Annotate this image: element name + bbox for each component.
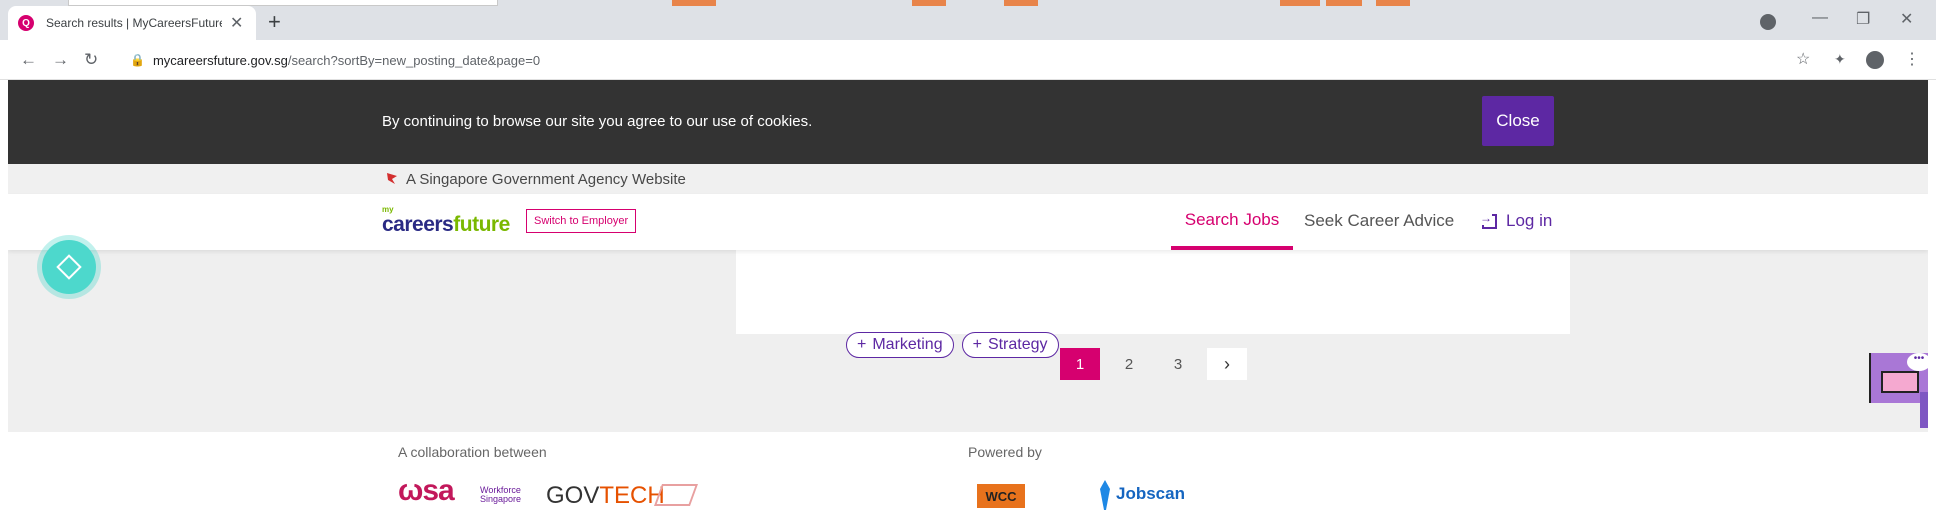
- tag-marketing[interactable]: + Marketing: [846, 332, 954, 358]
- switch-to-employer-button[interactable]: Switch to Employer: [526, 209, 637, 233]
- jobscan-tie-icon: [1100, 480, 1110, 510]
- lion-head-icon: [387, 173, 397, 184]
- diamond-icon: [56, 254, 82, 280]
- new-tab-button[interactable]: +: [268, 9, 281, 35]
- page-2-button[interactable]: 2: [1109, 348, 1149, 380]
- nav-log-in[interactable]: Log in: [1480, 210, 1553, 231]
- reload-icon[interactable]: ↻: [84, 50, 98, 70]
- menu-kebab-icon[interactable]: ⋮: [1904, 49, 1920, 69]
- page-3-button[interactable]: 3: [1158, 348, 1198, 380]
- minimize-icon[interactable]: —: [1812, 9, 1828, 27]
- profile-avatar-icon[interactable]: [1866, 51, 1884, 69]
- extensions-icon[interactable]: ✦: [1834, 51, 1846, 68]
- address-bar[interactable]: 🔒 mycareersfuture.gov.sg/search?sortBy=n…: [116, 46, 1816, 74]
- gov-banner-text[interactable]: A Singapore Government Agency Website: [406, 171, 686, 188]
- pagination: 1 2 3 ›: [1060, 348, 1256, 380]
- url-domain: mycareersfuture.gov.sg: [152, 52, 288, 68]
- tag-label: Marketing: [872, 336, 943, 353]
- logo-future: future: [453, 213, 510, 236]
- close-tab-icon[interactable]: ✕: [230, 13, 243, 33]
- assistant-fab-button[interactable]: [42, 240, 96, 294]
- browser-tab-strip: Q Search results | MyCareersFuture ✕ + —…: [0, 0, 1936, 40]
- skill-tags: + Marketing + Strategy: [846, 332, 1059, 358]
- site-footer: A collaboration between Powered by ωsa W…: [8, 432, 1928, 531]
- gov-banner: A Singapore Government Agency Website: [8, 164, 1928, 194]
- tab-search-icon[interactable]: [1760, 14, 1776, 30]
- mycareersfuture-logo[interactable]: my careersfuture: [382, 206, 510, 236]
- url-path: /search?sortBy=new_posting_date&page=0: [287, 52, 541, 68]
- plus-icon: +: [857, 336, 867, 353]
- close-window-icon[interactable]: ✕: [1900, 9, 1913, 29]
- forward-icon[interactable]: →: [52, 50, 69, 70]
- scrollbar-thumb[interactable]: [1920, 392, 1928, 428]
- nav-seek-career-advice[interactable]: Seek Career Advice: [1304, 211, 1454, 231]
- robot-face-icon: [1881, 371, 1919, 393]
- tag-strategy[interactable]: + Strategy: [961, 332, 1059, 358]
- bookmark-star-icon[interactable]: ☆: [1796, 49, 1810, 69]
- govtech-logo[interactable]: GOVTECH: [546, 482, 665, 510]
- restore-icon[interactable]: ❐: [1856, 9, 1870, 29]
- chat-bubble-icon: •••: [1907, 353, 1928, 371]
- browser-toolbar: ← → ↻ 🔒 mycareersfuture.gov.sg/search?so…: [0, 40, 1936, 80]
- govtech-mark-icon: [653, 484, 699, 506]
- govtech-gov: GOV: [546, 482, 600, 509]
- browser-tab[interactable]: Q Search results | MyCareersFuture ✕: [8, 6, 256, 40]
- site-favicon-icon: Q: [18, 15, 34, 31]
- jobscan-logo[interactable]: Jobscan: [1116, 484, 1185, 504]
- cookie-message: By continuing to browse our site you agr…: [382, 113, 813, 130]
- next-page-button[interactable]: ›: [1207, 348, 1247, 380]
- login-icon: [1480, 210, 1497, 229]
- page-viewport: By continuing to browse our site you agr…: [8, 80, 1928, 531]
- logo-careers: careers: [382, 213, 454, 236]
- tag-label: Strategy: [987, 336, 1048, 353]
- powered-label: Powered by: [968, 444, 1042, 460]
- cookie-close-button[interactable]: Close: [1482, 96, 1554, 146]
- login-label: Log in: [1506, 211, 1553, 230]
- cookie-banner: By continuing to browse our site you agr…: [8, 80, 1928, 164]
- plus-icon: +: [972, 336, 982, 353]
- page-1-button[interactable]: 1: [1060, 348, 1100, 380]
- tab-title: Search results | MyCareersFuture: [46, 16, 222, 30]
- collab-label: A collaboration between: [398, 444, 547, 460]
- lock-icon: 🔒: [130, 53, 145, 67]
- site-header: my careersfuture Switch to Employer Sear…: [8, 194, 1928, 250]
- wsg-name: Workforce Singapore: [480, 485, 522, 504]
- back-icon[interactable]: ←: [20, 50, 37, 70]
- wsg-logo[interactable]: ωsa: [398, 474, 455, 508]
- nav-search-jobs[interactable]: Search Jobs: [1171, 194, 1293, 250]
- url-text: mycareersfuture.gov.sg/search?sortBy=new…: [153, 53, 540, 68]
- wcc-logo[interactable]: WCC: [977, 484, 1025, 508]
